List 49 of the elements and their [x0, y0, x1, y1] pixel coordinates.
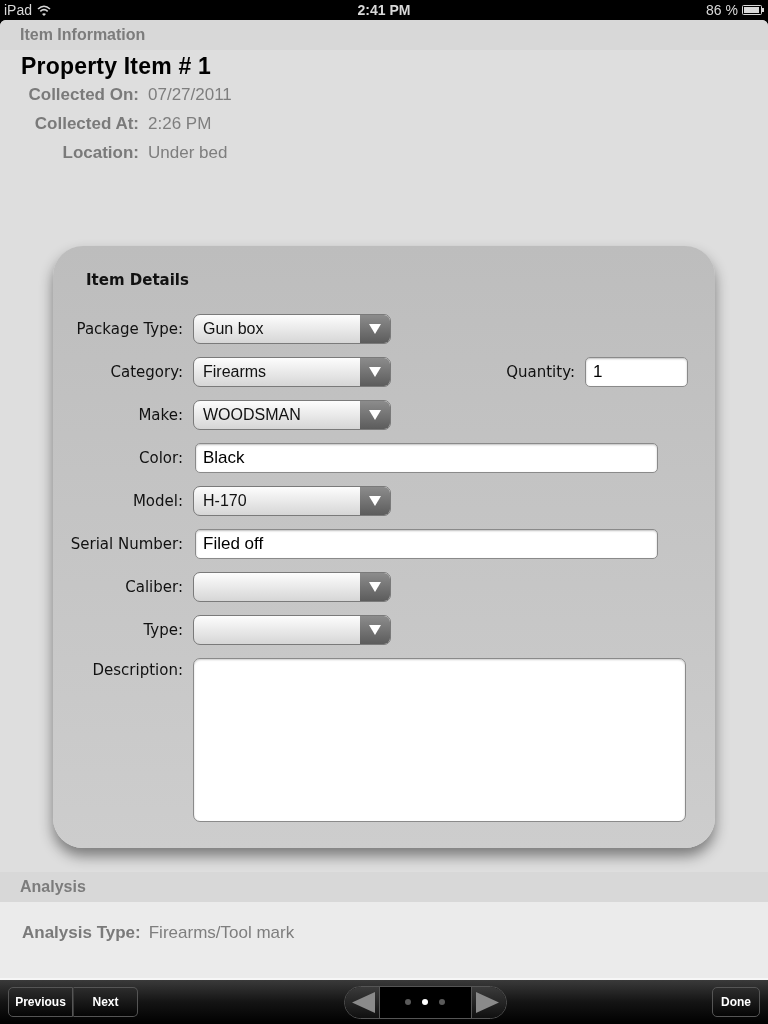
page-dot-icon[interactable] [439, 999, 445, 1005]
field-label: Type: [142, 620, 183, 640]
text-field[interactable]: 1 [585, 357, 688, 387]
nav-button[interactable]: Next [73, 987, 138, 1017]
field-value: Under bed [148, 142, 229, 164]
page-dot-icon[interactable] [422, 999, 428, 1005]
field-label: Serial Number: [69, 534, 183, 554]
caret-icon [360, 315, 390, 343]
caret-icon [360, 616, 390, 644]
field-label: Collected At: [33, 113, 139, 135]
field-label: Caliber: [124, 577, 183, 597]
field-label: Package Type: [75, 319, 183, 339]
dropdown-select[interactable]: H-170 [193, 486, 391, 516]
field-label: Model: [131, 491, 183, 511]
text-field[interactable]: Black [195, 443, 658, 473]
battery-percent: 86 % [706, 2, 738, 18]
dropdown-select[interactable]: Firearms [193, 357, 391, 387]
section-header: Item Information [0, 20, 768, 50]
field-label: Make: [137, 405, 183, 425]
dropdown-select[interactable]: WOODSMAN [193, 400, 391, 430]
caret-icon [360, 487, 390, 515]
caret-icon [360, 401, 390, 429]
device-name: iPad [4, 2, 33, 18]
field-label: Description: [91, 660, 183, 680]
field-label: Category: [109, 362, 183, 382]
dropdown-select[interactable]: Gun box [193, 314, 391, 344]
section-header: Analysis [0, 872, 768, 902]
nav-button[interactable]: Previous [8, 987, 73, 1017]
caret-icon [360, 358, 390, 386]
field-label: Analysis Type: [22, 922, 141, 944]
wifi-icon [37, 4, 52, 16]
clock-time: 2:41 PM [357, 2, 411, 18]
battery-icon [742, 5, 764, 15]
field-label: Collected On: [27, 84, 139, 106]
dropdown-select[interactable] [193, 615, 391, 645]
done-button[interactable]: Done [712, 987, 760, 1017]
field-value: 07/27/2011 [148, 84, 232, 106]
item-title: Property Item # 1 [21, 52, 213, 80]
text-field[interactable]: Filed off [195, 529, 658, 559]
field-label: Location: [61, 142, 139, 164]
description-field[interactable] [193, 658, 686, 822]
page-dot-icon[interactable] [405, 999, 411, 1005]
dropdown-select[interactable] [193, 572, 391, 602]
field-value: Firearms/Tool mark [148, 922, 295, 944]
field-value: 2:26 PM [148, 113, 213, 135]
field-label: Quantity: [506, 362, 575, 382]
caret-icon [360, 573, 390, 601]
field-label: Color: [138, 448, 183, 468]
dialog-title: Item Details [86, 270, 189, 290]
